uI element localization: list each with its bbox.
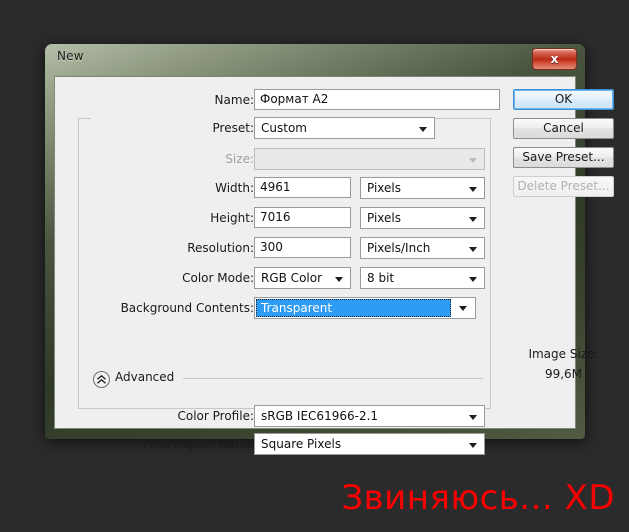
collapse-chevron-up-icon[interactable] (93, 371, 110, 388)
width-label: Width: (215, 181, 254, 195)
width-row: Width: 4961 Pixels (95, 177, 500, 199)
pixel-aspect-ratio-label: Pixel Aspect Ratio: (143, 437, 254, 451)
color-profile-dropdown[interactable]: sRGB IEC61966-2.1 (254, 405, 485, 427)
advanced-section-header: Advanced (93, 370, 483, 389)
title-bar[interactable]: New (45, 44, 585, 72)
close-icon: x (550, 52, 559, 66)
delete-preset-button: Delete Preset... (513, 176, 614, 197)
preset-label: Preset: (212, 121, 254, 135)
window-title: New (57, 49, 84, 63)
save-preset-button[interactable]: Save Preset... (513, 147, 614, 168)
color-profile-label: Color Profile: (177, 409, 255, 423)
color-mode-label: Color Mode: (182, 271, 254, 285)
width-unit-dropdown[interactable]: Pixels (360, 177, 485, 199)
dialog-client-area: Name: Формат А2 Preset: Custom Size: Wid… (54, 76, 614, 455)
resolution-unit-dropdown[interactable]: Pixels/Inch (360, 237, 485, 259)
preset-dropdown[interactable]: Custom (254, 117, 435, 139)
resolution-row: Resolution: 300 Pixels/Inch (95, 237, 500, 259)
bit-depth-dropdown[interactable]: 8 bit (360, 267, 485, 289)
pixel-aspect-ratio-dropdown[interactable]: Square Pixels (254, 433, 485, 455)
background-contents-row: Background Contents: Transparent (70, 297, 500, 319)
image-size-label: Image Size: (528, 347, 599, 361)
preset-row: Preset: Custom (95, 117, 500, 139)
caption-text: Звиняюсь... XD (341, 478, 615, 518)
close-button[interactable]: x (532, 48, 577, 70)
height-label: Height: (210, 211, 254, 225)
pixel-aspect-ratio-row: Pixel Aspect Ratio: Square Pixels (70, 433, 500, 455)
color-mode-row: Color Mode: RGB Color 8 bit (95, 267, 500, 289)
color-profile-row: Color Profile: sRGB IEC61966-2.1 (95, 405, 500, 427)
cancel-button[interactable]: Cancel (513, 118, 614, 139)
background-contents-dropdown[interactable]: Transparent (254, 297, 476, 319)
background-contents-label: Background Contents: (120, 301, 254, 315)
size-row: Size: (95, 148, 500, 170)
group-box-top-left-rule (78, 118, 91, 119)
advanced-label: Advanced (115, 370, 175, 384)
height-input[interactable]: 7016 (254, 207, 351, 228)
ok-button[interactable]: OK (513, 89, 614, 110)
height-row: Height: 7016 Pixels (95, 207, 500, 229)
new-document-dialog: New x Name: Формат А2 Preset: Custom Siz… (45, 44, 614, 455)
height-unit-dropdown[interactable]: Pixels (360, 207, 485, 229)
image-size-value: 99,6M (544, 367, 583, 381)
advanced-divider (183, 378, 483, 379)
resolution-label: Resolution: (187, 241, 254, 255)
width-input[interactable]: 4961 (254, 177, 351, 198)
chevron-up-double-glyph (97, 374, 106, 384)
resolution-input[interactable]: 300 (254, 237, 351, 258)
name-row: Name: Формат А2 (95, 89, 500, 111)
name-label: Name: (214, 93, 254, 107)
size-dropdown (254, 148, 485, 170)
name-input[interactable]: Формат А2 (254, 89, 500, 110)
size-label: Size: (225, 152, 254, 166)
background-contents-selected-value: Transparent (256, 299, 451, 317)
color-mode-dropdown[interactable]: RGB Color (254, 267, 351, 289)
